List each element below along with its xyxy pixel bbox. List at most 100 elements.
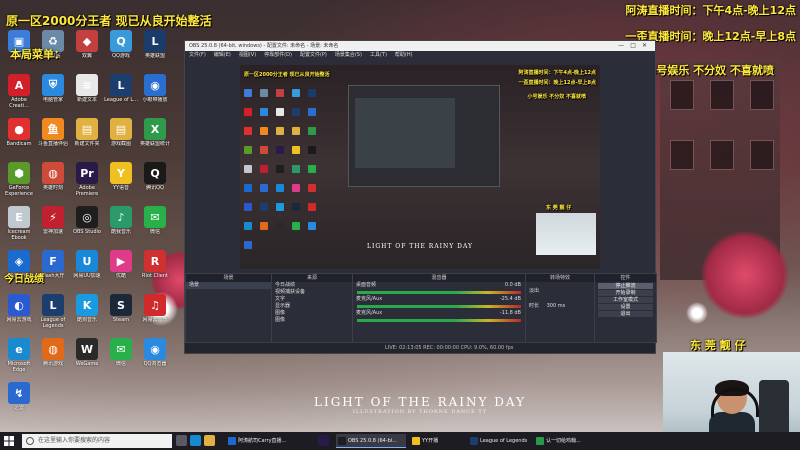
desktop-icon[interactable]: ◍ 腾讯游戏 [36,338,70,373]
desktop-icon-label: 新建文件夹 [74,141,100,147]
desktop-icon[interactable]: ✉ 微信 [104,338,138,373]
control-button[interactable]: 设置 [598,304,653,310]
desktop-icon[interactable]: ✉ 微信 [138,206,172,241]
desktop-icon-label: 酷狗音乐 [76,317,97,323]
app-icon: L [42,294,64,316]
desktop-icon[interactable]: K 酷狗音乐 [70,294,104,329]
app-icon: S [110,294,132,316]
desktop-icon[interactable]: ♫ 网易云音乐 [138,294,172,329]
overlay-menu-label: 本局菜单： [10,48,65,61]
desktop-icon[interactable]: ▤ 游戏截图 [104,118,138,153]
desktop-icon[interactable]: ▶ 优酷 [104,250,138,285]
obs-menu-item[interactable]: 视图(V) [239,52,256,58]
taskbar-search[interactable]: 在这里输入你要搜索的内容 [22,434,172,448]
desktop-icon[interactable]: S Steam [104,294,138,329]
desktop-icon[interactable]: ◍ 英雄时刻 [36,162,70,197]
obs-menu-item[interactable]: 工具(T) [370,52,387,58]
desktop-icon[interactable]: E Icecream Ebook [2,206,36,241]
desktop-icon[interactable]: ≡ 新建文本 [70,74,104,109]
sources-dock: 来源 今日战绩 视频捕获设备 文字 显示器 图像 图像 [271,273,353,343]
obs-window-title: OBS 25.0.8 (64-bit, windows) - 配置文件: 未命名… [189,43,339,49]
desktop-icon-label: GeForce Experience [5,185,33,197]
source-item[interactable]: 显示器 [272,303,352,310]
mixer-channel: 麦克风/Aux -11.8 dB [353,310,525,322]
control-button[interactable]: 开始录制 [598,290,653,296]
desktop-icon[interactable]: U 网易UU加速 [70,250,104,285]
obs-menu-item[interactable]: 场景集合(S) [335,52,362,58]
obs-menu-item[interactable]: 帮助(H) [395,52,413,58]
scene-item[interactable]: 场景 [186,282,271,289]
source-item[interactable]: 图像 [272,310,352,317]
desktop-icon[interactable]: ⛨ 电脑管家 [36,74,70,109]
source-item[interactable]: 图像 [272,317,352,324]
desktop-icon-label: League of L... [104,97,138,103]
preview-mini-icon [260,203,268,211]
volume-meter[interactable] [357,291,521,294]
app-icon [228,437,236,445]
desktop-icon[interactable]: Q QQ游戏 [104,30,138,65]
obs-menu-item[interactable]: 配置文件(P) [300,52,327,58]
preview-mini-icon [276,108,284,116]
source-item[interactable]: 文字 [272,296,352,303]
desktop-icon[interactable]: ◉ QQ浏览器 [138,338,172,373]
obs-preview[interactable]: 原一区2000分王者 现已从良开始整活 阿涛直播时间：下午4点-晚上12点 一歪… [240,65,600,269]
desktop-icon[interactable]: L 英雄联盟 [138,30,172,65]
obs-menu-item[interactable]: 编辑(E) [214,52,231,58]
desktop-icon[interactable]: A Adobe Creati... [2,74,36,109]
control-button[interactable]: 停止推流 [598,283,653,289]
taskbar-item-label: OBS 25.0.8 (64-bi... [348,438,397,444]
desktop-icon[interactable]: e Microsoft Edge [2,338,36,373]
desktop-icon[interactable]: ♪ 酷我音乐 [104,206,138,241]
nested-obs-preview [348,85,500,187]
obs-window[interactable]: OBS 25.0.8 (64-bit, windows) - 配置文件: 未命名… [184,40,657,354]
taskbar-item[interactable]: 认一切给鸡翰... [534,434,600,448]
taskbar-item[interactable]: OBS 25.0.8 (64-bi... [336,434,406,448]
file-explorer-icon[interactable] [204,435,215,446]
obs-title-bar[interactable]: OBS 25.0.8 (64-bit, windows) - 配置文件: 未命名… [185,41,655,51]
windows-start-icon[interactable] [4,436,14,446]
taskbar-item[interactable]: 阿涛航司Carry直播... [226,434,314,448]
desktop-icon[interactable]: ◎ OBS Studio [70,206,104,241]
desktop-icon[interactable]: Q 腾讯QQ [138,162,172,197]
obs-menu-item[interactable]: 文件(F) [189,52,206,58]
volume-meter[interactable] [357,305,521,308]
source-item[interactable]: 今日战绩 [272,282,352,289]
desktop-icon[interactable]: X 英雄联盟统计 [138,118,172,153]
source-item[interactable]: 视频捕获设备 [272,289,352,296]
control-button[interactable]: 退出 [598,311,653,317]
desktop-icon[interactable]: L League of L... [104,74,138,109]
desktop-icon-label: 小眼带播放 [142,97,168,103]
obs-menu-item[interactable]: 停靠部件(D) [264,52,292,58]
window-controls[interactable]: —□✕ [618,41,653,51]
duration-label: 时长 [529,303,540,309]
desktop-icon[interactable]: ● Bandicam [2,118,36,153]
edge-icon[interactable] [190,435,201,446]
app-icon: ◍ [42,162,64,184]
taskbar-item[interactable]: YY开播 [410,434,460,448]
task-view-icon[interactable] [176,435,187,446]
desktop-icon[interactable]: ◉ 小眼带播放 [138,74,172,109]
desktop-icon[interactable]: Y YY语音 [104,162,138,197]
desktop-icon-label: OBS Studio [73,229,101,235]
desktop-icon[interactable]: L League of Legends [36,294,70,329]
taskbar-item-label: League of Legends [480,438,528,444]
taskbar-item[interactable]: League of Legends [468,434,530,448]
desktop-icon[interactable]: ↯ 迅雷 [2,382,36,417]
desktop-icon[interactable]: Pr Adobe Premiere [70,162,104,197]
premiere-icon[interactable] [318,435,329,446]
desktop-icon[interactable]: ◐ 网易云游戏 [2,294,36,329]
desktop-icon[interactable]: ⬢ GeForce Experience [2,162,36,197]
desktop-icon[interactable]: ◆ 双翼 [70,30,104,65]
desktop-icon[interactable]: R Riot Client [138,250,172,285]
volume-meter[interactable] [357,319,521,322]
desktop-icon[interactable]: ⚡ 雷神加速 [36,206,70,241]
desktop-icon[interactable]: 鱼斗鱼直播伴侣 [36,118,70,153]
control-button[interactable]: 工作室模式 [598,297,653,303]
desktop-icon[interactable]: ▤ 新建文件夹 [70,118,104,153]
desktop-icon-label: 电脑管家 [42,97,63,103]
scenes-dock-title: 场景 [186,274,271,282]
transitions-dock-title: 转场特效 [526,274,594,282]
transition-select[interactable]: 淡出 [526,288,594,295]
duration-row[interactable]: 时长 300 ms [526,303,594,310]
desktop-icon[interactable]: W WeGame [70,338,104,373]
